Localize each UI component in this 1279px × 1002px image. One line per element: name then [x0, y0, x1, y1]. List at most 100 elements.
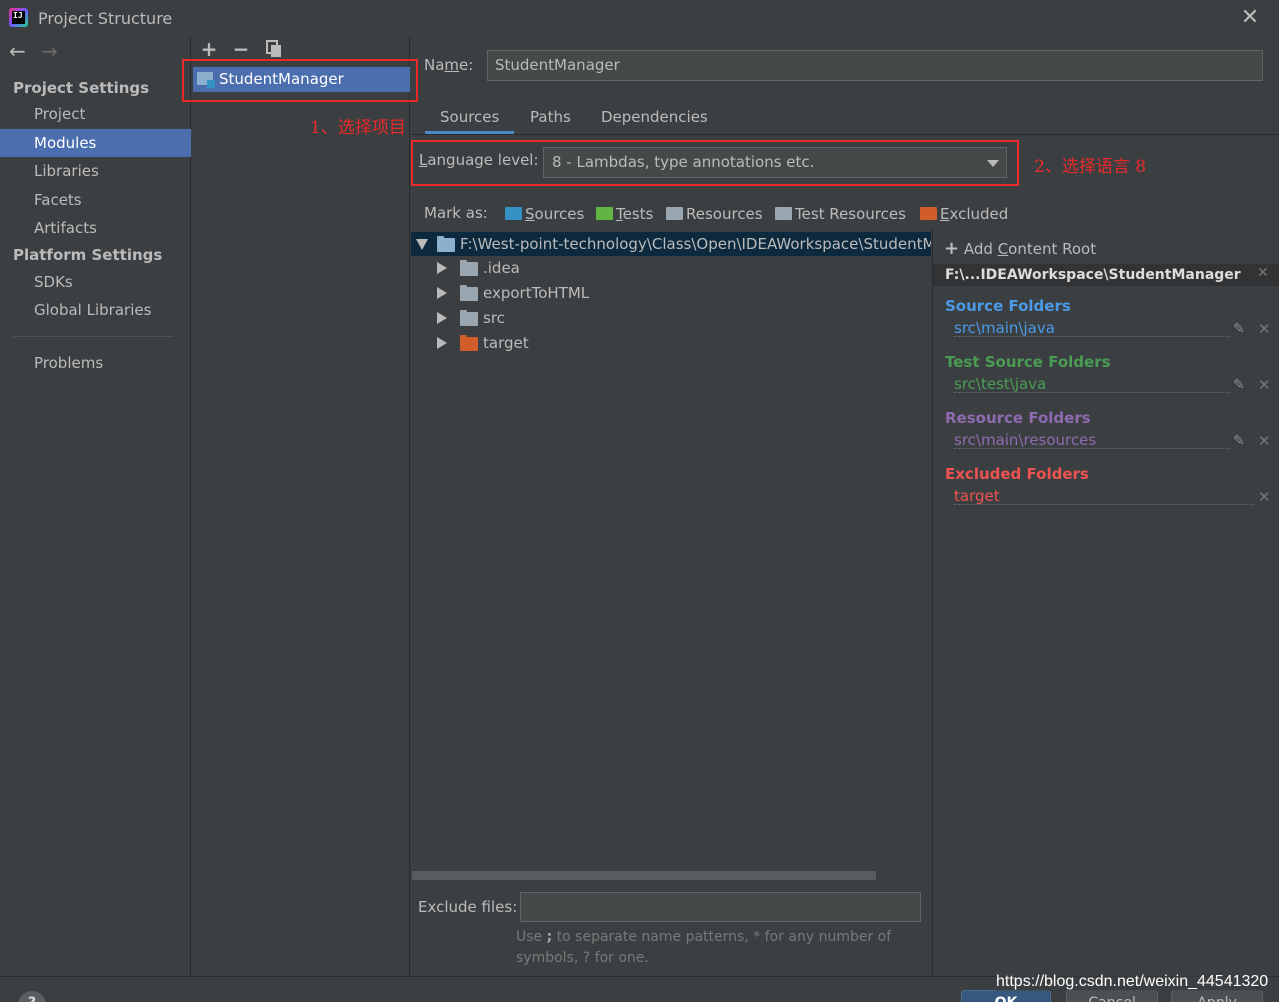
platform-settings-header: Platform Settings [13, 246, 163, 264]
sidebar-item-sdks[interactable]: SDKs [0, 268, 191, 296]
edit-pencil-icon[interactable]: ✎ [1233, 321, 1245, 337]
mark-as-ests-button[interactable]: Tests [596, 205, 653, 223]
project-settings-header: Project Settings [13, 79, 150, 97]
remove-folder-icon[interactable]: ✕ [1258, 376, 1271, 394]
mark-as-ources-button[interactable]: Sources [505, 205, 584, 223]
mark-label: Resources [686, 205, 763, 223]
back-arrow-icon[interactable]: ← [9, 40, 26, 62]
watermark-url: https://blog.csdn.net/weixin_44541320 [996, 973, 1269, 991]
tab-divider [411, 134, 1279, 135]
folder-icon [460, 285, 478, 301]
folder-group-title: Test Source Folders [945, 353, 1111, 371]
mark-as-xcluded-button[interactable]: Excluded [920, 205, 1008, 223]
mark-mnemonic: S [525, 205, 535, 223]
tab-dependencies[interactable]: Dependencies [586, 106, 723, 134]
tab-sources[interactable]: Sources [425, 106, 515, 134]
folder-icon [460, 335, 478, 351]
expand-triangle-icon [437, 312, 447, 324]
tree-node-label: exportToHTML [483, 284, 590, 302]
mark-label: ests [622, 205, 654, 223]
expand-triangle-icon [416, 239, 428, 250]
folder-group-title: Excluded Folders [945, 465, 1089, 483]
remove-folder-icon[interactable]: ✕ [1258, 432, 1271, 450]
exclude-files-input[interactable] [520, 892, 921, 922]
sidebar-item-artifacts[interactable]: Artifacts [0, 214, 191, 242]
folder-group-title: Resource Folders [945, 409, 1091, 427]
tree-node[interactable]: exportToHTML [411, 281, 931, 306]
cancel-button[interactable]: Cancel [1066, 990, 1158, 1002]
folder-group-path: target [954, 487, 1000, 505]
mark-mnemonic: T [616, 205, 623, 223]
folder-icon [505, 207, 522, 220]
content-root-panel [932, 228, 1279, 976]
folder-icon [666, 207, 683, 220]
annotation-step2: 2、选择语言 8 [1034, 157, 1147, 177]
add-content-root-button[interactable]: + Add Content Root [944, 238, 1096, 259]
sidebar-item-problems[interactable]: Problems [0, 349, 191, 377]
tree-root-node[interactable]: F:\West-point-technology\Class\Open\IDEA… [411, 232, 931, 256]
edit-pencil-icon[interactable]: ✎ [1233, 377, 1245, 393]
dotted-leader [954, 392, 1230, 393]
dotted-leader [954, 448, 1230, 449]
folder-icon [775, 207, 792, 220]
folder-icon [596, 207, 613, 220]
tree-root-label: F:\West-point-technology\Class\Open\IDEA… [460, 235, 931, 253]
dotted-leader [954, 504, 1254, 505]
exclude-files-label: Exclude files: [418, 898, 518, 916]
remove-module-button[interactable]: − [232, 39, 250, 59]
edit-pencil-icon[interactable]: ✎ [1233, 433, 1245, 449]
close-icon[interactable]: ✕ [1240, 6, 1260, 30]
folder-group-path: src\main\resources [954, 431, 1097, 449]
module-list-panel [192, 36, 410, 976]
tree-node-label: .idea [483, 259, 520, 277]
folder-icon [920, 207, 937, 220]
expand-triangle-icon [437, 337, 447, 349]
annotation-box-project [182, 59, 418, 102]
sidebar-item-libraries[interactable]: Libraries [0, 157, 191, 185]
tab-paths[interactable]: Paths [515, 106, 586, 134]
copy-module-icon[interactable] [265, 40, 283, 58]
sidebar-divider [13, 336, 173, 337]
folder-group-path: src\test\java [954, 375, 1047, 393]
sidebar-item-modules[interactable]: Modules [0, 128, 191, 157]
sidebar-item-facets[interactable]: Facets [0, 186, 191, 214]
forward-arrow-icon[interactable]: → [41, 40, 58, 62]
content-root-path: F:\...IDEAWorkspace\StudentManager [933, 264, 1279, 286]
folder-group-path: src\main\java [954, 319, 1055, 337]
window-title: Project Structure [38, 9, 173, 28]
folder-icon [460, 310, 478, 326]
expand-triangle-icon [437, 262, 447, 274]
folder-group-title: Source Folders [945, 297, 1071, 315]
dotted-leader [954, 336, 1230, 337]
title-bar [0, 0, 1279, 36]
remove-folder-icon[interactable]: ✕ [1258, 320, 1271, 338]
plus-icon: + [944, 238, 960, 259]
tree-node[interactable]: target [411, 331, 931, 356]
ok-button[interactable]: OK [961, 990, 1051, 1002]
mark-as-test-resources-button[interactable]: Test Resources [775, 205, 906, 223]
remove-folder-icon[interactable]: ✕ [1258, 488, 1271, 506]
sidebar-item-global-libraries[interactable]: Global Libraries [0, 296, 191, 324]
remove-content-root-icon[interactable]: ✕ [1257, 265, 1269, 281]
add-module-button[interactable]: + [200, 39, 218, 59]
tree-node-label: src [483, 309, 505, 327]
tree-node-label: target [483, 334, 529, 352]
folder-icon [437, 236, 455, 252]
tree-node[interactable]: .idea [411, 256, 931, 281]
name-label: Name: [424, 56, 474, 74]
folder-icon [460, 260, 478, 276]
sidebar-item-project[interactable]: Project [0, 100, 191, 128]
expand-triangle-icon [437, 287, 447, 299]
annotation-step1: 1、选择项目 [310, 118, 406, 138]
mark-as-resources-button[interactable]: Resources [666, 205, 763, 223]
horizontal-scrollbar[interactable] [412, 871, 876, 880]
intellij-logo-icon: IJ [9, 8, 28, 27]
mark-label: ources [534, 205, 585, 223]
module-name-input[interactable]: StudentManager [487, 50, 1263, 81]
tree-node[interactable]: src [411, 306, 931, 331]
mark-label: xcluded [949, 205, 1009, 223]
apply-button[interactable]: Apply [1171, 990, 1263, 1002]
mark-label: Test Resources [795, 205, 906, 223]
exclude-files-hint: Use ; to separate name patterns, * for a… [516, 929, 892, 966]
mark-as-label: Mark as: [424, 204, 488, 222]
